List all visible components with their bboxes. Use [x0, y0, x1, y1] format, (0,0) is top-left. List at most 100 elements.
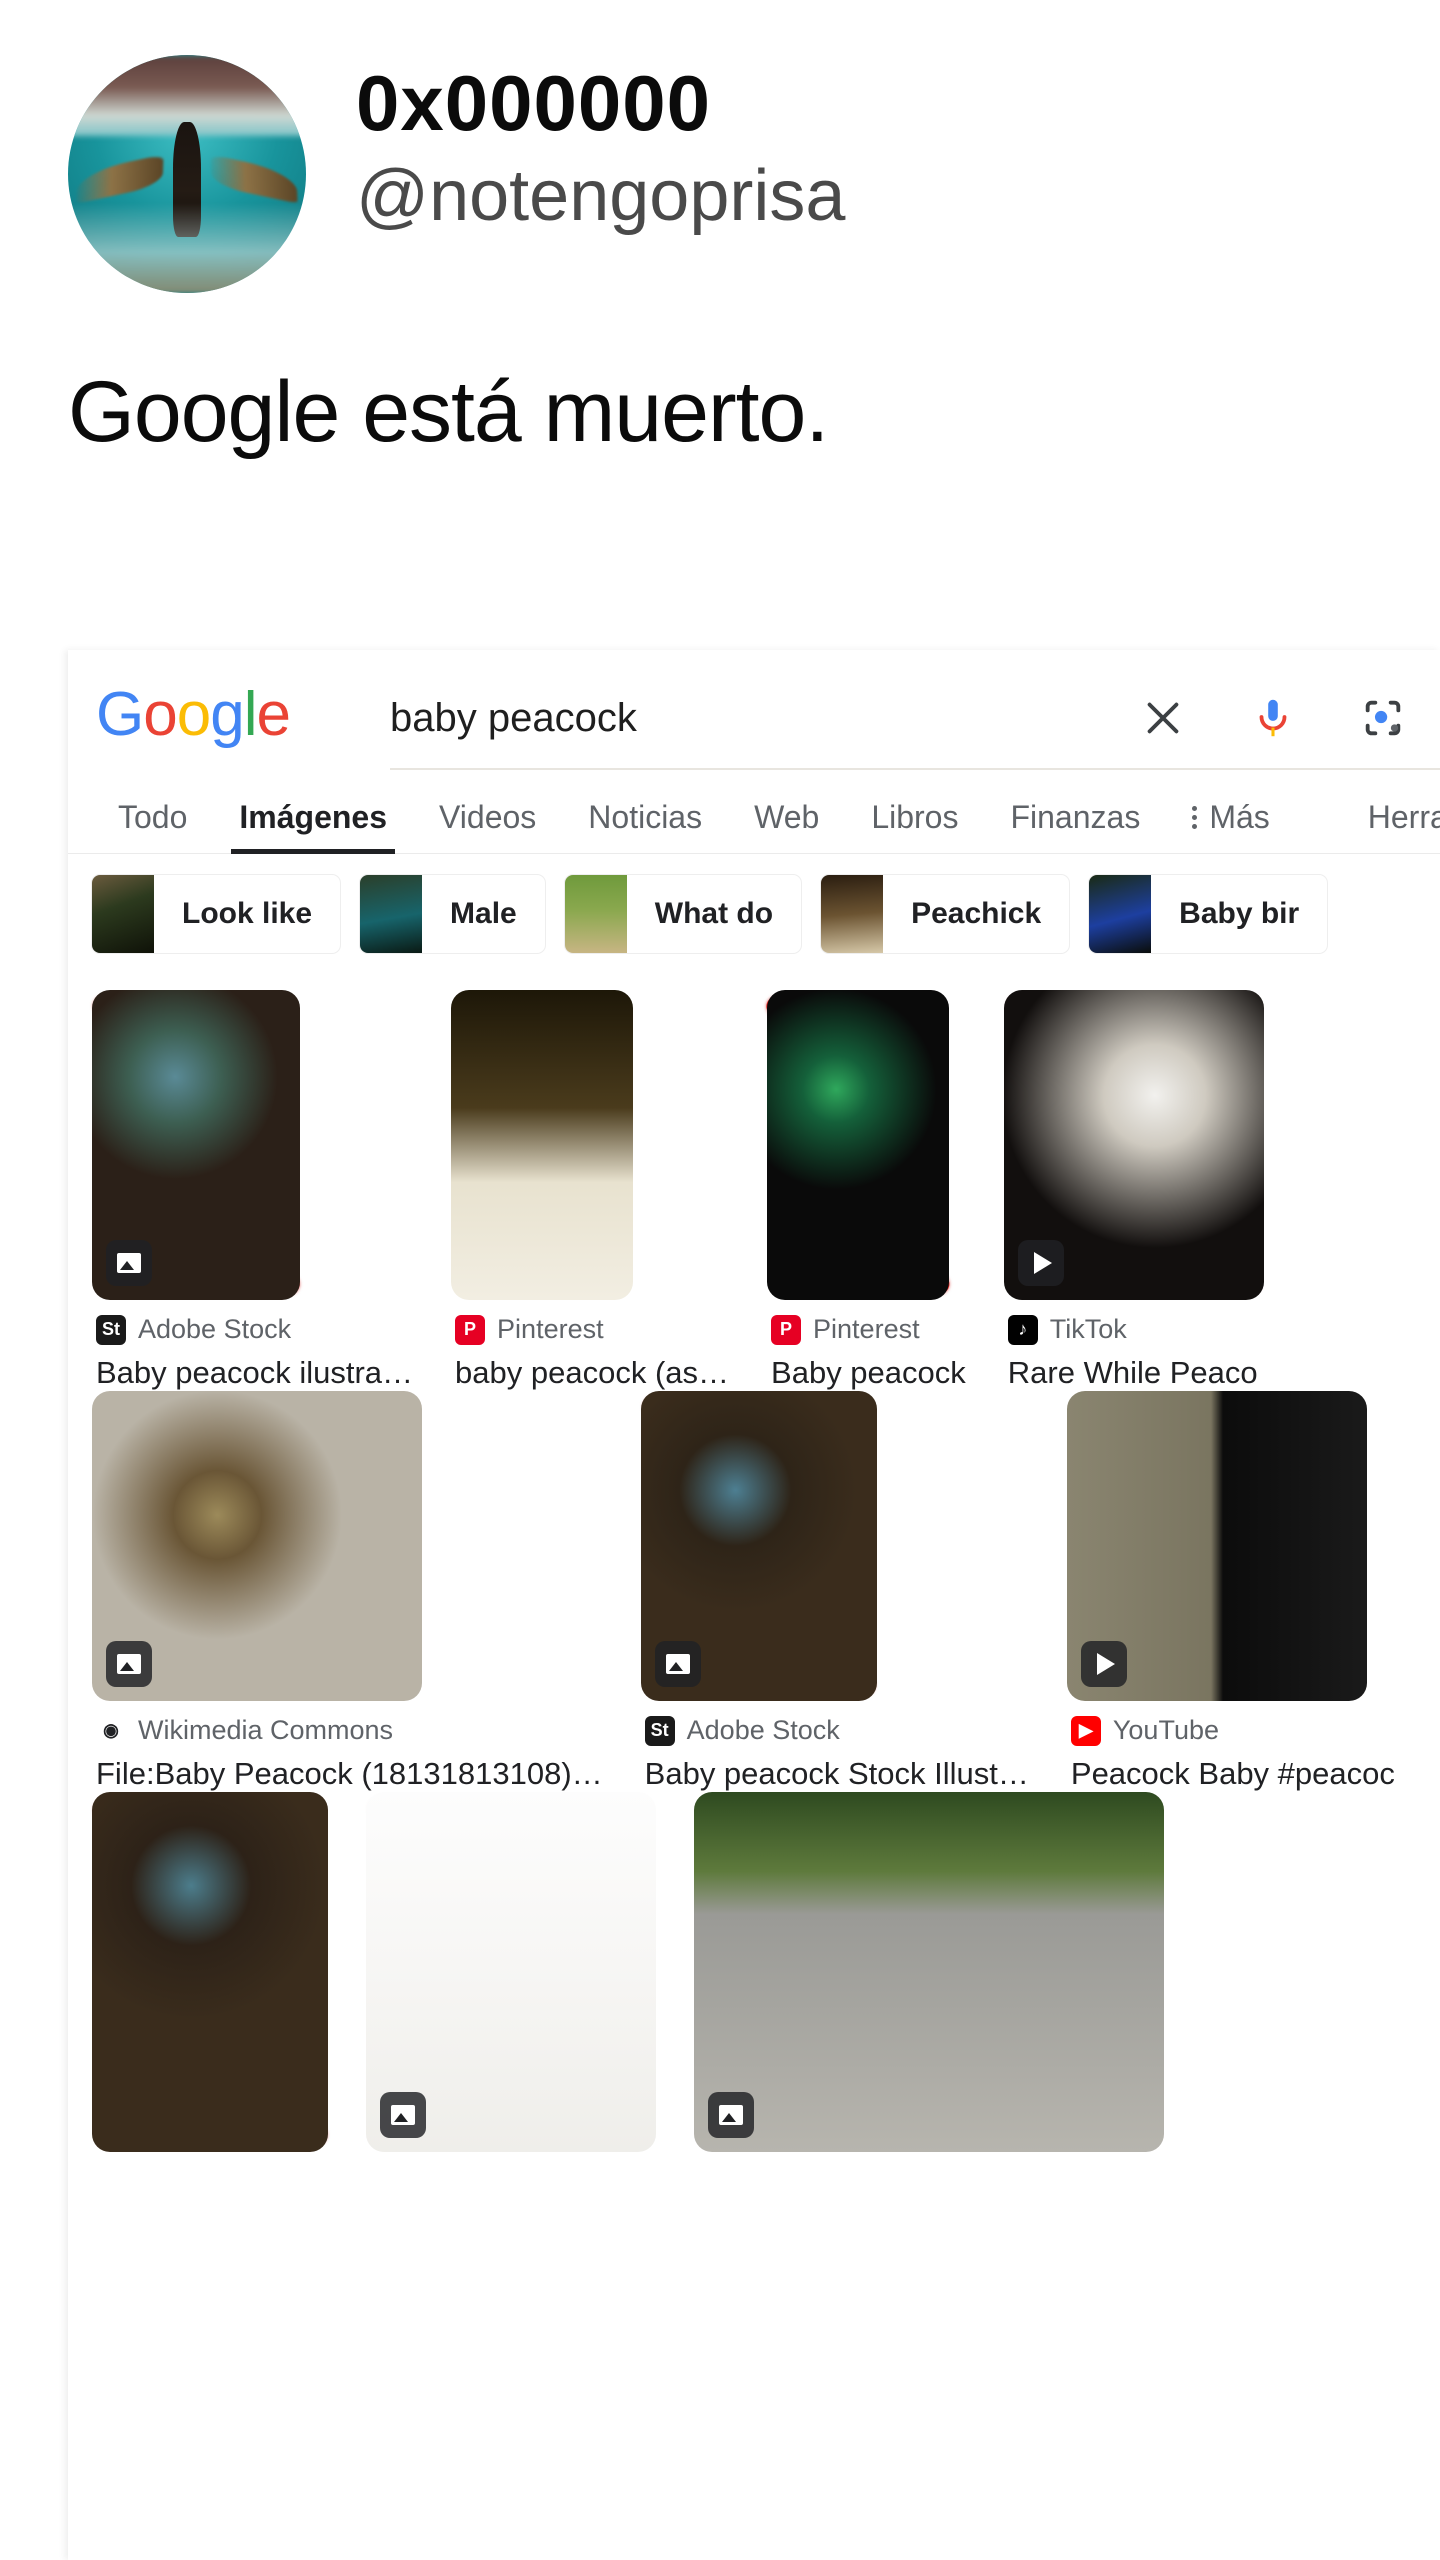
result-source-name: Pinterest	[497, 1314, 604, 1344]
result-thumbnail[interactable]	[92, 1391, 422, 1701]
filter-chip-label: What do	[654, 897, 774, 930]
image-result-card[interactable]: ▶ YouTube Peacock Baby #peacoc	[1066, 1391, 1395, 1792]
result-source: ▶ YouTube	[1070, 1715, 1395, 1746]
result-source: St Adobe Stock	[644, 1715, 1029, 1746]
result-thumbnail[interactable]	[92, 1792, 328, 2152]
image-result-card[interactable]: St Adobe Stock Baby peacock Stock Illust…	[638, 1391, 1029, 1792]
filter-chip-thumbnail	[821, 875, 884, 953]
result-caption[interactable]: Rare While Peaco	[1008, 1355, 1264, 1391]
image-results-row: ◉ Wikimedia Commons File:Baby Peacock (181…	[92, 1391, 1440, 1792]
avatar[interactable]	[68, 55, 306, 293]
image-result-card[interactable]	[694, 1792, 1164, 2152]
google-logo-letter-2: o	[176, 680, 211, 749]
result-meta: P Pinterest Baby peacock	[767, 1300, 966, 1391]
result-source: P Pinterest	[771, 1314, 966, 1345]
result-caption[interactable]: Baby peacock	[771, 1355, 966, 1391]
filter-chip-label: Baby bir	[1179, 897, 1300, 930]
play-icon	[1080, 1641, 1127, 1687]
result-source-name: Adobe Stock	[138, 1314, 292, 1344]
google-logo-letter-4: l	[243, 680, 258, 749]
search-actions	[1140, 695, 1440, 741]
adobe-stock-icon: St	[96, 1314, 126, 1345]
image-result-card[interactable]: P Pinterest Baby peacock	[762, 990, 966, 1391]
result-source-name: Pinterest	[813, 1314, 920, 1344]
tab-videos[interactable]: Videos	[413, 799, 562, 854]
result-thumbnail[interactable]	[92, 990, 300, 1300]
result-caption[interactable]: Peacock Baby #peacoc	[1071, 1756, 1395, 1792]
search-underline	[390, 768, 1440, 770]
result-meta: P Pinterest baby peacock (as…	[451, 1300, 729, 1391]
image-result-card[interactable]	[365, 1792, 657, 2152]
search-box[interactable]: baby peacock	[390, 674, 1440, 762]
tab-finanzas[interactable]: Finanzas	[984, 799, 1166, 854]
image-badge-icon	[380, 2092, 426, 2138]
filter-chip[interactable]: What do	[564, 875, 802, 953]
filter-chip[interactable]: Male	[360, 875, 545, 953]
tab-web[interactable]: Web	[728, 799, 845, 854]
google-lens-icon[interactable]	[1360, 695, 1406, 741]
result-source: ♪ TikTok	[1007, 1314, 1264, 1345]
user-handle[interactable]: @notengoprisa	[356, 155, 845, 238]
google-logo-letter-5: e	[256, 680, 290, 749]
search-tabs: Todo Imágenes Videos Noticias Web Libros Finan…	[68, 780, 1440, 854]
more-menu-button[interactable]: Más	[1166, 799, 1295, 854]
filter-chip-thumbnail	[1089, 875, 1152, 953]
kebab-icon	[1192, 806, 1198, 829]
result-thumbnail[interactable]	[640, 1391, 877, 1701]
filter-chips: Look like Male What do Peachick Baby bir	[68, 854, 1440, 974]
image-result-card[interactable]: ♪ TikTok Rare While Peaco	[1002, 990, 1265, 1391]
image-badge-icon	[654, 1641, 701, 1687]
image-result-card[interactable]	[89, 1792, 331, 2152]
tab-noticias[interactable]: Noticias	[562, 799, 728, 854]
result-thumbnail[interactable]	[451, 990, 634, 1300]
result-thumbnail[interactable]	[694, 1792, 1164, 2152]
filter-chip-thumbnail	[92, 875, 154, 953]
filter-chip-thumbnail	[360, 875, 423, 953]
google-logo[interactable]: Google	[96, 680, 291, 749]
result-meta: ▶ YouTube Peacock Baby #peacoc	[1067, 1701, 1395, 1792]
result-thumbnail[interactable]	[1066, 1391, 1367, 1701]
filter-chip[interactable]: Baby bir	[1089, 875, 1328, 953]
image-badge-icon	[708, 2092, 754, 2138]
image-result-card[interactable]: St Adobe Stock Baby peacock ilustra…	[88, 990, 413, 1391]
wikimedia-icon: ◉	[96, 1715, 126, 1746]
tools-button[interactable]: Herram	[1368, 799, 1440, 854]
google-logo-letter-3: g	[210, 680, 244, 749]
tweet-header: 0x000000 @notengoprisa	[0, 0, 1440, 293]
result-caption[interactable]: File:Baby Peacock (18131813108)…	[96, 1756, 603, 1792]
display-name: 0x000000	[356, 59, 712, 147]
result-meta: ◉ Wikimedia Commons File:Baby Peacock (181…	[92, 1701, 603, 1792]
image-results-row	[89, 1792, 1440, 2152]
close-icon[interactable]	[1140, 695, 1186, 741]
filter-chip-label: Look like	[182, 897, 313, 930]
avatar-splash	[68, 202, 306, 293]
result-thumbnail[interactable]	[767, 990, 950, 1300]
google-search-screenshot: Google baby peacock Todo Imágenes Videos…	[68, 650, 1440, 2560]
result-caption[interactable]: Baby peacock Stock Illust…	[645, 1756, 1029, 1792]
tab-imgenes[interactable]: Imágenes	[213, 799, 413, 854]
pinterest-icon: P	[771, 1314, 802, 1345]
image-results-row: St Adobe Stock Baby peacock ilustra… P Pinte…	[88, 990, 1440, 1391]
result-thumbnail[interactable]	[366, 1792, 656, 2152]
result-caption[interactable]: Baby peacock ilustra…	[96, 1355, 413, 1391]
image-result-card[interactable]: P Pinterest baby peacock (as…	[451, 990, 729, 1391]
tab-todo[interactable]: Todo	[92, 799, 213, 854]
microphone-icon[interactable]	[1250, 695, 1296, 741]
filter-chip-label: Peachick	[911, 897, 1042, 930]
image-result-card[interactable]: ◉ Wikimedia Commons File:Baby Peacock (181…	[92, 1391, 603, 1792]
filter-chip[interactable]: Look like	[92, 875, 341, 953]
result-meta: St Adobe Stock Baby peacock ilustra…	[92, 1300, 413, 1391]
result-thumbnail[interactable]	[1003, 990, 1264, 1300]
filter-chip[interactable]: Peachick	[821, 875, 1070, 953]
tweet-identity: 0x000000 @notengoprisa	[356, 55, 845, 238]
search-input[interactable]: baby peacock	[390, 696, 1140, 741]
tab-libros[interactable]: Libros	[845, 799, 984, 854]
result-caption[interactable]: baby peacock (as…	[455, 1355, 729, 1391]
avatar-wing-left	[76, 154, 164, 205]
avatar-wing-right	[210, 154, 298, 205]
result-meta: ♪ TikTok Rare While Peaco	[1004, 1300, 1264, 1391]
result-source-name: YouTube	[1112, 1715, 1219, 1745]
tiktok-icon: ♪	[1007, 1314, 1038, 1345]
image-results-grid: St Adobe Stock Baby peacock ilustra… P Pinte…	[68, 974, 1440, 2152]
result-source: ◉ Wikimedia Commons	[96, 1715, 603, 1746]
